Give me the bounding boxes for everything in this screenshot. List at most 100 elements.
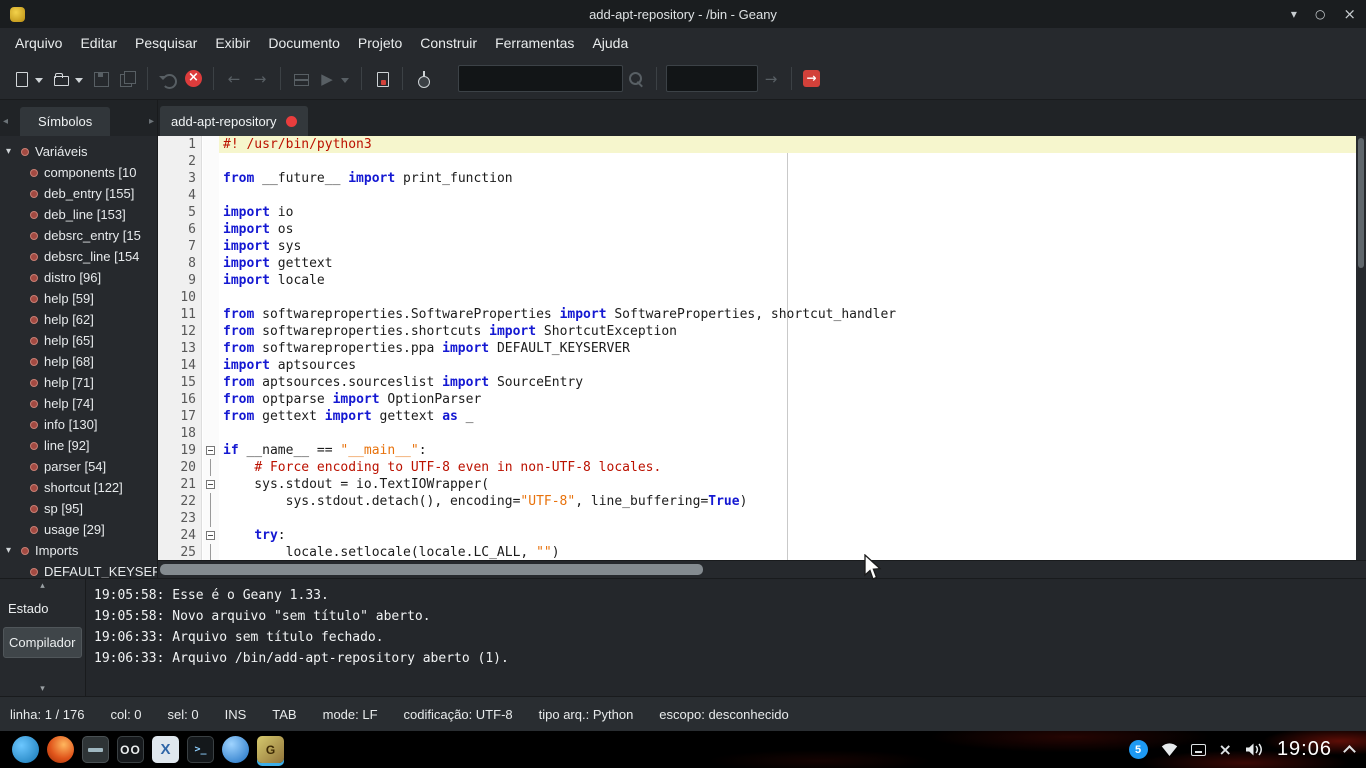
code-line[interactable]: 1 #! /usr/bin/python3 bbox=[158, 136, 1356, 153]
navigate-back-button[interactable]: ← bbox=[221, 64, 247, 94]
symbol-item[interactable]: DEFAULT_KEYSER bbox=[0, 561, 157, 578]
taskbar-app-icon[interactable] bbox=[82, 736, 109, 763]
notification-badge[interactable]: 5 bbox=[1128, 740, 1148, 759]
code-line[interactable]: 7 import sys bbox=[158, 238, 1356, 255]
symbol-item[interactable]: help [74] bbox=[0, 393, 157, 414]
menu-item-editar[interactable]: Editar bbox=[71, 31, 126, 55]
code-line[interactable]: 18 bbox=[158, 425, 1356, 442]
code-line[interactable]: 5 import io bbox=[158, 204, 1356, 221]
tray-expand-icon[interactable] bbox=[1343, 745, 1356, 758]
menu-item-ferramentas[interactable]: Ferramentas bbox=[486, 31, 583, 55]
execute-button[interactable]: ▶ bbox=[314, 64, 354, 94]
symbol-item[interactable]: help [62] bbox=[0, 309, 157, 330]
goto-line-input[interactable] bbox=[666, 65, 758, 92]
horizontal-scrollbar-thumb[interactable] bbox=[160, 564, 703, 575]
tab-estado[interactable]: Estado bbox=[0, 593, 85, 624]
tab-simbolos[interactable]: Símbolos bbox=[20, 107, 111, 136]
fold-toggle-icon[interactable] bbox=[206, 531, 215, 540]
window-close-icon[interactable]: × bbox=[1343, 6, 1356, 22]
taskbar-office-icon[interactable]: OO bbox=[117, 736, 144, 763]
symbol-item[interactable]: shortcut [122] bbox=[0, 477, 157, 498]
taskbar-terminal-icon[interactable]: >_ bbox=[187, 736, 214, 763]
sidebar-tabs-scroll-right-icon[interactable]: ▸ bbox=[149, 116, 154, 127]
toolbar-search-input[interactable] bbox=[458, 65, 623, 92]
code-line[interactable]: 12 from softwareproperties.shortcuts impo… bbox=[158, 323, 1356, 340]
menu-item-ajuda[interactable]: Ajuda bbox=[583, 31, 637, 55]
taskbar-firefox-icon[interactable] bbox=[47, 736, 74, 763]
symbol-item[interactable]: parser [54] bbox=[0, 456, 157, 477]
menu-item-documento[interactable]: Documento bbox=[259, 31, 349, 55]
taskbar-clock[interactable]: 19:06 bbox=[1277, 738, 1332, 761]
goto-line-button[interactable]: → bbox=[758, 64, 784, 94]
vertical-scrollbar-thumb[interactable] bbox=[1358, 138, 1364, 268]
menu-item-arquivo[interactable]: Arquivo bbox=[6, 31, 71, 55]
fold-toggle-icon[interactable] bbox=[206, 480, 215, 489]
code-line[interactable]: 24 try: bbox=[158, 527, 1356, 544]
quit-button[interactable] bbox=[799, 64, 824, 94]
symbol-item[interactable]: deb_entry [155] bbox=[0, 183, 157, 204]
open-file-button[interactable] bbox=[48, 64, 88, 94]
window-maximize-icon[interactable]: ○ bbox=[1315, 6, 1325, 22]
volume-icon[interactable] bbox=[1245, 742, 1264, 757]
code-line[interactable]: 16 from optparse import OptionParser bbox=[158, 391, 1356, 408]
code-editor[interactable]: 1 #! /usr/bin/python3 2 3 from __future__ im… bbox=[158, 136, 1366, 560]
code-line[interactable]: 11 from softwareproperties.SoftwareProper… bbox=[158, 306, 1356, 323]
save-button[interactable] bbox=[88, 64, 114, 94]
navigate-forward-button[interactable]: → bbox=[247, 64, 273, 94]
clipboard-icon[interactable] bbox=[1190, 743, 1206, 756]
window-shade-icon[interactable]: ▾ bbox=[1291, 6, 1297, 22]
symbol-item[interactable]: info [130] bbox=[0, 414, 157, 435]
symbol-item[interactable]: debsrc_line [154 bbox=[0, 246, 157, 267]
code-line[interactable]: 9 import locale bbox=[158, 272, 1356, 289]
tab-add-apt-repository[interactable]: add-apt-repository bbox=[160, 106, 308, 136]
revert-button[interactable] bbox=[155, 64, 181, 94]
code-line[interactable]: 22 sys.stdout.detach(), encoding="UTF-8"… bbox=[158, 493, 1356, 510]
code-line[interactable]: 8 import gettext bbox=[158, 255, 1356, 272]
symbol-item[interactable]: deb_line [153] bbox=[0, 204, 157, 225]
search-button[interactable] bbox=[623, 64, 649, 94]
code-line[interactable]: 21 sys.stdout = io.TextIOWrapper( bbox=[158, 476, 1356, 493]
code-line[interactable]: 20 # Force encoding to UTF-8 even in non… bbox=[158, 459, 1356, 476]
code-line[interactable]: 15 from aptsources.sourceslist import Sou… bbox=[158, 374, 1356, 391]
symbol-item[interactable]: help [59] bbox=[0, 288, 157, 309]
symbol-item[interactable]: debsrc_entry [15 bbox=[0, 225, 157, 246]
code-line[interactable]: 3 from __future__ import print_function bbox=[158, 170, 1356, 187]
symbol-item[interactable]: line [92] bbox=[0, 435, 157, 456]
code-line[interactable]: 23 bbox=[158, 510, 1356, 527]
editor-horizontal-scrollbar[interactable] bbox=[158, 560, 1366, 578]
code-line[interactable]: 6 import os bbox=[158, 221, 1356, 238]
taskbar-xterm-icon[interactable]: X bbox=[152, 736, 179, 763]
menu-item-exibir[interactable]: Exibir bbox=[206, 31, 259, 55]
code-line[interactable]: 17 from gettext import gettext as _ bbox=[158, 408, 1356, 425]
symbol-item[interactable]: usage [29] bbox=[0, 519, 157, 540]
menu-item-pesquisar[interactable]: Pesquisar bbox=[126, 31, 206, 55]
expander-icon[interactable]: ▾ bbox=[6, 545, 19, 556]
execute-dropdown-icon[interactable] bbox=[341, 77, 349, 87]
symbol-group[interactable]: ▾ Imports bbox=[0, 540, 157, 561]
fold-toggle-icon[interactable] bbox=[206, 446, 215, 455]
code-line[interactable]: 2 bbox=[158, 153, 1356, 170]
color-chooser-button[interactable] bbox=[410, 64, 436, 94]
expander-icon[interactable]: ▾ bbox=[6, 146, 19, 157]
taskbar-browser-icon[interactable] bbox=[222, 736, 249, 763]
app-launcher-button[interactable] bbox=[12, 736, 39, 763]
editor-vertical-scrollbar[interactable] bbox=[1356, 136, 1366, 560]
code-line[interactable]: 25 locale.setlocale(locale.LC_ALL, "") bbox=[158, 544, 1356, 560]
code-line[interactable]: 4 bbox=[158, 187, 1356, 204]
menu-item-construir[interactable]: Construir bbox=[411, 31, 486, 55]
input-device-icon[interactable]: × bbox=[1219, 741, 1232, 758]
compile-button[interactable] bbox=[288, 64, 314, 94]
new-file-button[interactable] bbox=[8, 64, 48, 94]
sidebar-tabs-scroll-left-icon[interactable]: ◂ bbox=[3, 116, 8, 127]
symbol-group[interactable]: ▾ Variáveis bbox=[0, 141, 157, 162]
symbol-item[interactable]: distro [96] bbox=[0, 267, 157, 288]
symbol-item[interactable]: help [71] bbox=[0, 372, 157, 393]
menu-item-projeto[interactable]: Projeto bbox=[349, 31, 411, 55]
code-line[interactable]: 14 import aptsources bbox=[158, 357, 1356, 374]
open-file-dropdown-icon[interactable] bbox=[75, 77, 83, 87]
code-line[interactable]: 13 from softwareproperties.ppa import DEF… bbox=[158, 340, 1356, 357]
close-file-button[interactable] bbox=[181, 64, 206, 94]
tabs-scroll-up-icon[interactable]: ▴ bbox=[0, 579, 85, 593]
jump-to-line-button[interactable] bbox=[369, 64, 395, 94]
save-all-button[interactable] bbox=[114, 64, 140, 94]
